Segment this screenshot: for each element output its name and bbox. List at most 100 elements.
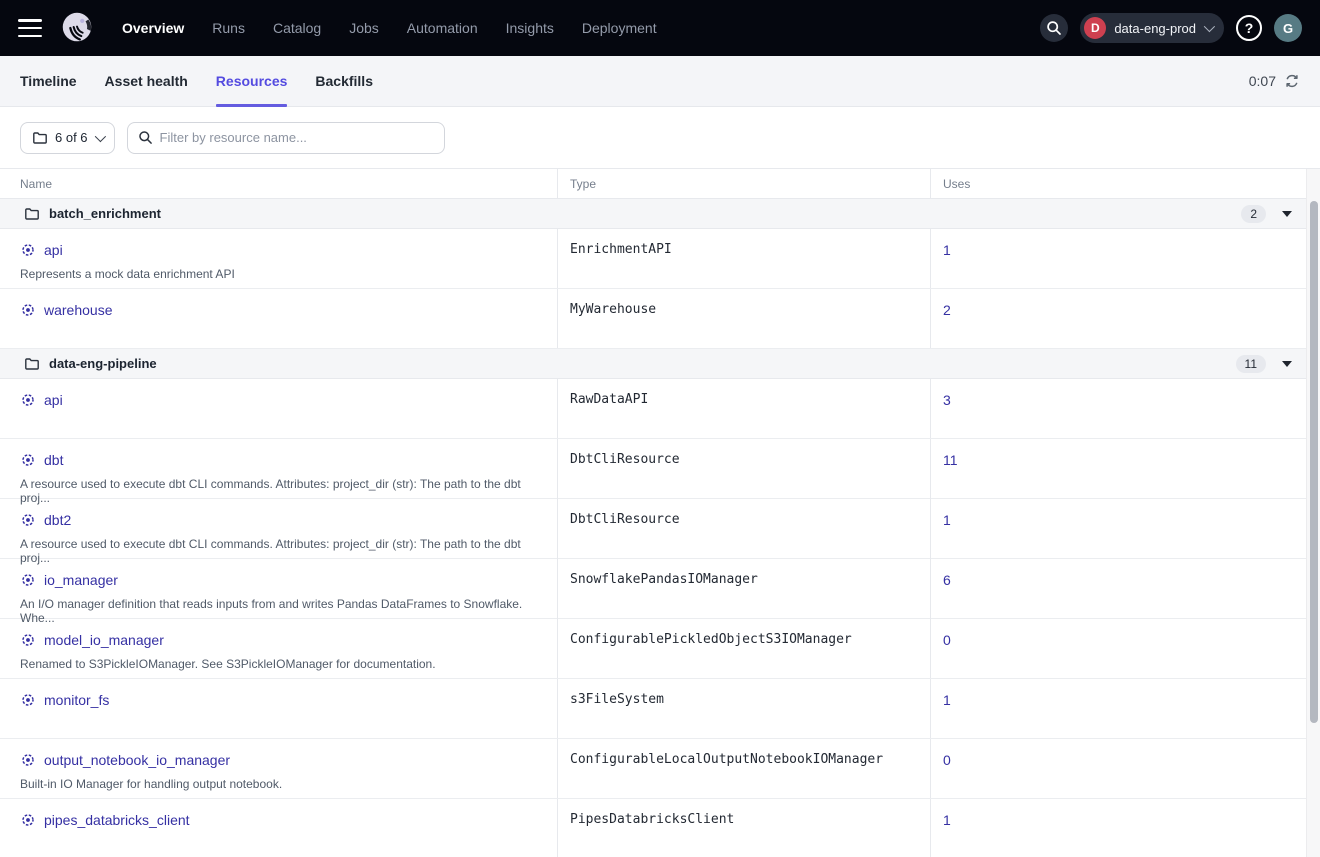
resource-name-link-pipes-databricks-client[interactable]: pipes_databricks_client (44, 812, 190, 828)
group-name: batch_enrichment (49, 206, 161, 221)
resource-filter-input[interactable] (160, 130, 434, 145)
workspace-switcher[interactable]: D data-eng-prod (1080, 13, 1224, 43)
uses-count-link[interactable]: 1 (943, 692, 951, 708)
resource-row: warehouse MyWarehouse 2 (0, 289, 1306, 349)
name-cell: api (0, 379, 557, 438)
table-body: batch_enrichment 2 api Represents a mock… (0, 199, 1306, 857)
resource-name-link-dbt2[interactable]: dbt2 (44, 512, 71, 528)
uses-count-link[interactable]: 1 (943, 812, 951, 828)
name-cell: warehouse (0, 289, 557, 348)
tab-resources[interactable]: Resources (216, 56, 288, 106)
topnav-link-automation[interactable]: Automation (407, 20, 478, 36)
type-cell: MyWarehouse (557, 289, 930, 348)
resource-icon (20, 632, 36, 648)
uses-count-link[interactable]: 0 (943, 752, 951, 768)
resource-icon (20, 242, 36, 258)
uses-count-link[interactable]: 1 (943, 242, 951, 258)
uses-cell: 1 (930, 679, 1306, 738)
folder-icon (24, 356, 40, 372)
name-cell: api Represents a mock data enrichment AP… (0, 229, 557, 288)
resource-name-link-api[interactable]: api (44, 392, 63, 408)
column-header-uses: Uses (930, 169, 1306, 198)
resource-icon (20, 452, 36, 468)
refresh-timer: 0:07 (1249, 73, 1276, 89)
name-cell: io_manager An I/O manager definition tha… (0, 559, 557, 625)
refresh-icon[interactable] (1284, 73, 1300, 89)
resource-description: Renamed to S3PickleIOManager. See S3Pick… (20, 657, 545, 671)
vertical-scrollbar[interactable] (1306, 169, 1320, 857)
resource-icon (20, 512, 36, 528)
help-icon[interactable]: ? (1236, 15, 1262, 41)
name-cell: monitor_fs (0, 679, 557, 738)
resource-icon (20, 392, 36, 408)
group-count-badge: 2 (1241, 205, 1266, 223)
workspace-name: data-eng-prod (1114, 21, 1196, 36)
type-cell: s3FileSystem (557, 679, 930, 738)
resource-filter-box (127, 122, 445, 154)
filter-bar: 6 of 6 (0, 107, 1320, 168)
code-location-filter-label: 6 of 6 (55, 130, 88, 145)
resource-name-link-dbt[interactable]: dbt (44, 452, 63, 468)
resource-name-link-io-manager[interactable]: io_manager (44, 572, 118, 588)
topnav-link-deployment[interactable]: Deployment (582, 20, 657, 36)
resource-icon (20, 572, 36, 588)
topnav-link-runs[interactable]: Runs (212, 20, 245, 36)
uses-count-link[interactable]: 6 (943, 572, 951, 588)
collapse-caret-icon[interactable] (1282, 211, 1292, 217)
chevron-down-icon (1204, 21, 1215, 32)
uses-cell: 0 (930, 739, 1306, 798)
uses-cell: 0 (930, 619, 1306, 678)
resource-name-link-monitor-fs[interactable]: monitor_fs (44, 692, 109, 708)
topnav-link-catalog[interactable]: Catalog (273, 20, 321, 36)
workspace-initial-badge: D (1084, 17, 1106, 39)
resource-row: api Represents a mock data enrichment AP… (0, 229, 1306, 289)
topnav-link-insights[interactable]: Insights (506, 20, 554, 36)
resource-icon (20, 752, 36, 768)
type-cell: EnrichmentAPI (557, 229, 930, 288)
hamburger-menu-icon[interactable] (18, 19, 42, 37)
name-cell: dbt2 A resource used to execute dbt CLI … (0, 499, 557, 565)
group-name: data-eng-pipeline (49, 356, 157, 371)
resource-row: api RawDataAPI 3 (0, 379, 1306, 439)
type-cell: DbtCliResource (557, 499, 930, 565)
collapse-caret-icon[interactable] (1282, 361, 1292, 367)
resource-icon (20, 812, 36, 828)
scrollbar-thumb[interactable] (1310, 201, 1318, 723)
type-cell: DbtCliResource (557, 439, 930, 505)
top-navigation-bar: Overview Runs Catalog Jobs Automation Insight… (0, 0, 1320, 56)
resource-icon (20, 692, 36, 708)
resource-name-link-api[interactable]: api (44, 242, 63, 258)
type-cell: ConfigurableLocalOutputNotebookIOManager (557, 739, 930, 798)
code-location-filter-button[interactable]: 6 of 6 (20, 122, 115, 154)
type-cell: PipesDatabricksClient (557, 799, 930, 857)
topnav-link-jobs[interactable]: Jobs (349, 20, 379, 36)
tab-timeline[interactable]: Timeline (20, 56, 77, 106)
dagster-logo-icon[interactable] (58, 9, 96, 47)
resource-row: output_notebook_io_manager Built-in IO M… (0, 739, 1306, 799)
uses-count-link[interactable]: 2 (943, 302, 951, 318)
uses-cell: 3 (930, 379, 1306, 438)
column-header-type: Type (557, 169, 930, 198)
resource-name-link-warehouse[interactable]: warehouse (44, 302, 113, 318)
column-header-name: Name (0, 169, 557, 198)
resource-description: Represents a mock data enrichment API (20, 267, 545, 281)
tab-asset-health[interactable]: Asset health (105, 56, 188, 106)
uses-count-link[interactable]: 11 (943, 452, 958, 468)
user-avatar[interactable]: G (1274, 14, 1302, 42)
uses-cell: 6 (930, 559, 1306, 625)
resource-row: dbt2 A resource used to execute dbt CLI … (0, 499, 1306, 559)
resources-table: Name Type Uses batch_enrichment 2 api Re… (0, 168, 1320, 857)
uses-cell: 2 (930, 289, 1306, 348)
folder-icon (32, 130, 48, 146)
search-icon[interactable] (1040, 14, 1068, 42)
uses-count-link[interactable]: 0 (943, 632, 951, 648)
table-header-row: Name Type Uses (0, 169, 1306, 199)
type-cell: SnowflakePandasIOManager (557, 559, 930, 625)
resource-name-link-model-io-manager[interactable]: model_io_manager (44, 632, 164, 648)
uses-count-link[interactable]: 1 (943, 512, 951, 528)
topnav-link-overview[interactable]: Overview (122, 20, 184, 36)
uses-count-link[interactable]: 3 (943, 392, 951, 408)
resource-row: dbt A resource used to execute dbt CLI c… (0, 439, 1306, 499)
tab-backfills[interactable]: Backfills (315, 56, 373, 106)
resource-name-link-output-notebook-io-manager[interactable]: output_notebook_io_manager (44, 752, 230, 768)
